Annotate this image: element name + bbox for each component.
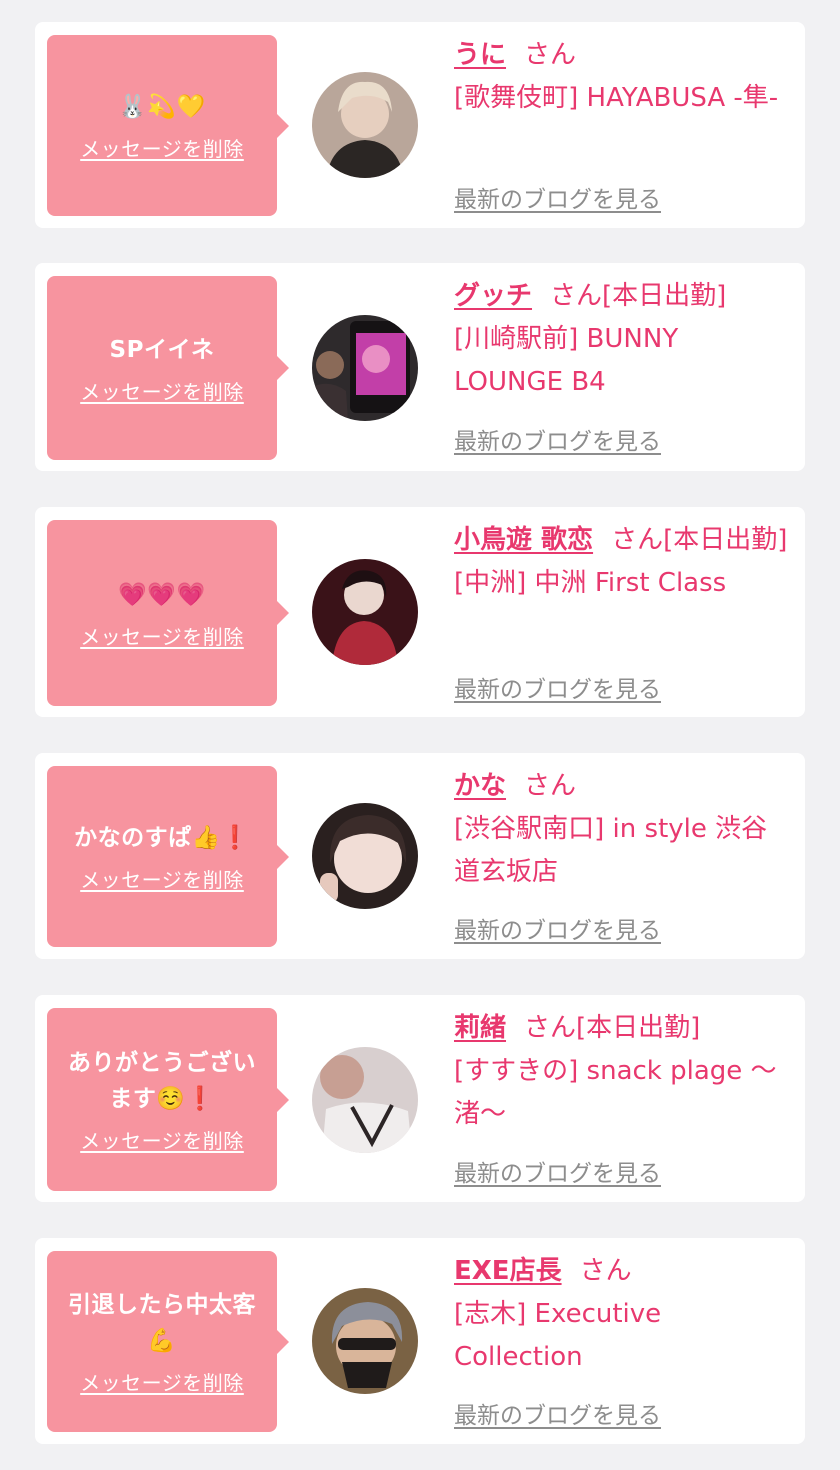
message-bubble: ありがとうございます☺️❗ メッセージを削除	[47, 1008, 289, 1191]
message-card: かなのすぱ👍❗ メッセージを削除 かな さん [渋谷駅南口] in style 渋…	[35, 753, 805, 959]
latest-blog-link[interactable]: 最新のブログを見る	[454, 670, 661, 704]
latest-blog-link[interactable]: 最新のブログを見る	[454, 180, 661, 214]
delete-message-link[interactable]: メッセージを削除	[80, 376, 244, 405]
delete-message-link[interactable]: メッセージを削除	[80, 133, 244, 162]
sender-info: 小鳥遊 歌恋 さん[本日出勤] [中洲] 中洲 First Class	[454, 519, 789, 605]
avatar-image	[312, 1288, 418, 1394]
sender-info: 莉緒 さん[本日出勤] [すすきの] snack plage ～渚～	[454, 1007, 789, 1136]
avatar[interactable]	[312, 72, 418, 178]
shop-name: [中洲] 中洲 First Class	[454, 568, 727, 598]
sender-suffix: さん	[524, 40, 577, 70]
sender-name[interactable]: 小鳥遊 歌恋	[454, 525, 593, 555]
avatar[interactable]	[312, 315, 418, 421]
sender-info: グッチ さん[本日出勤] [川崎駅前] BUNNY LOUNGE B4	[454, 275, 789, 404]
sender-suffix: さん	[579, 1256, 632, 1286]
latest-blog-link[interactable]: 最新のブログを見る	[454, 1154, 661, 1188]
avatar[interactable]	[312, 803, 418, 909]
avatar-image	[312, 803, 418, 909]
avatar-image	[312, 72, 418, 178]
avatar[interactable]	[312, 559, 418, 665]
message-card: SPイイネ メッセージを削除 グッチ さん[本日出勤] [川崎駅前] BUNNY …	[35, 263, 805, 471]
message-card: 引退したら中太客💪 メッセージを削除 EXE店長 さん [志木] Executiv…	[35, 1238, 805, 1444]
message-bubble: 引退したら中太客💪 メッセージを削除	[47, 1251, 289, 1432]
sender-info: EXE店長 さん [志木] Executive Collection	[454, 1250, 789, 1379]
message-text: かなのすぱ👍❗	[74, 825, 250, 851]
avatar-image	[312, 559, 418, 665]
message-bubble: SPイイネ メッセージを削除	[47, 276, 289, 460]
message-bubble: 💗💗💗 メッセージを削除	[47, 520, 289, 706]
message-card: ありがとうございます☺️❗ メッセージを削除 莉緒 さん[本日出勤] [すすきの]…	[35, 995, 805, 1202]
message-text: 🐰💫💛	[118, 94, 206, 120]
shop-name: [川崎駅前] BUNNY LOUNGE B4	[454, 324, 679, 397]
message-text: ありがとうございます☺️❗	[68, 1050, 256, 1112]
message-card: 💗💗💗 メッセージを削除 小鳥遊 歌恋 さん[本日出勤] [中洲] 中洲 Firs…	[35, 507, 805, 717]
sender-info: うに さん [歌舞伎町] HAYABUSA -隼-	[454, 34, 789, 120]
shop-name: [渋谷駅南口] in style 渋谷道玄坂店	[454, 814, 768, 887]
message-card: 🐰💫💛 メッセージを削除 うに さん [歌舞伎町] HAYABUSA -隼- 最新…	[35, 22, 805, 228]
message-text: 💗💗💗	[118, 581, 206, 608]
delete-message-link[interactable]: メッセージを削除	[80, 1125, 244, 1154]
sender-suffix: さん[本日出勤]	[611, 525, 788, 555]
message-text: SPイイネ	[109, 336, 215, 363]
sender-info: かな さん [渋谷駅南口] in style 渋谷道玄坂店	[454, 765, 789, 894]
message-text: 引退したら中太客💪	[68, 1292, 256, 1354]
sender-suffix: さん[本日出勤]	[524, 1013, 701, 1043]
latest-blog-link[interactable]: 最新のブログを見る	[454, 1396, 661, 1430]
latest-blog-link[interactable]: 最新のブログを見る	[454, 422, 661, 456]
avatar-image	[312, 1047, 418, 1153]
message-bubble: 🐰💫💛 メッセージを削除	[47, 35, 289, 216]
sender-name[interactable]: EXE店長	[454, 1256, 562, 1286]
sender-name[interactable]: グッチ	[454, 281, 532, 311]
latest-blog-link[interactable]: 最新のブログを見る	[454, 911, 661, 945]
shop-name: [志木] Executive Collection	[454, 1299, 662, 1372]
shop-name: [歌舞伎町] HAYABUSA -隼-	[454, 83, 779, 113]
sender-suffix: さん[本日出勤]	[550, 281, 727, 311]
delete-message-link[interactable]: メッセージを削除	[80, 1367, 244, 1396]
delete-message-link[interactable]: メッセージを削除	[80, 621, 244, 650]
sender-name[interactable]: うに	[454, 40, 506, 70]
sender-suffix: さん	[524, 771, 577, 801]
sender-name[interactable]: かな	[454, 771, 506, 801]
delete-message-link[interactable]: メッセージを削除	[80, 864, 244, 893]
avatar[interactable]	[312, 1047, 418, 1153]
shop-name: [すすきの] snack plage ～渚～	[454, 1056, 777, 1129]
sender-name[interactable]: 莉緒	[454, 1013, 506, 1043]
avatar-image	[312, 315, 418, 421]
avatar[interactable]	[312, 1288, 418, 1394]
message-bubble: かなのすぱ👍❗ メッセージを削除	[47, 766, 289, 947]
